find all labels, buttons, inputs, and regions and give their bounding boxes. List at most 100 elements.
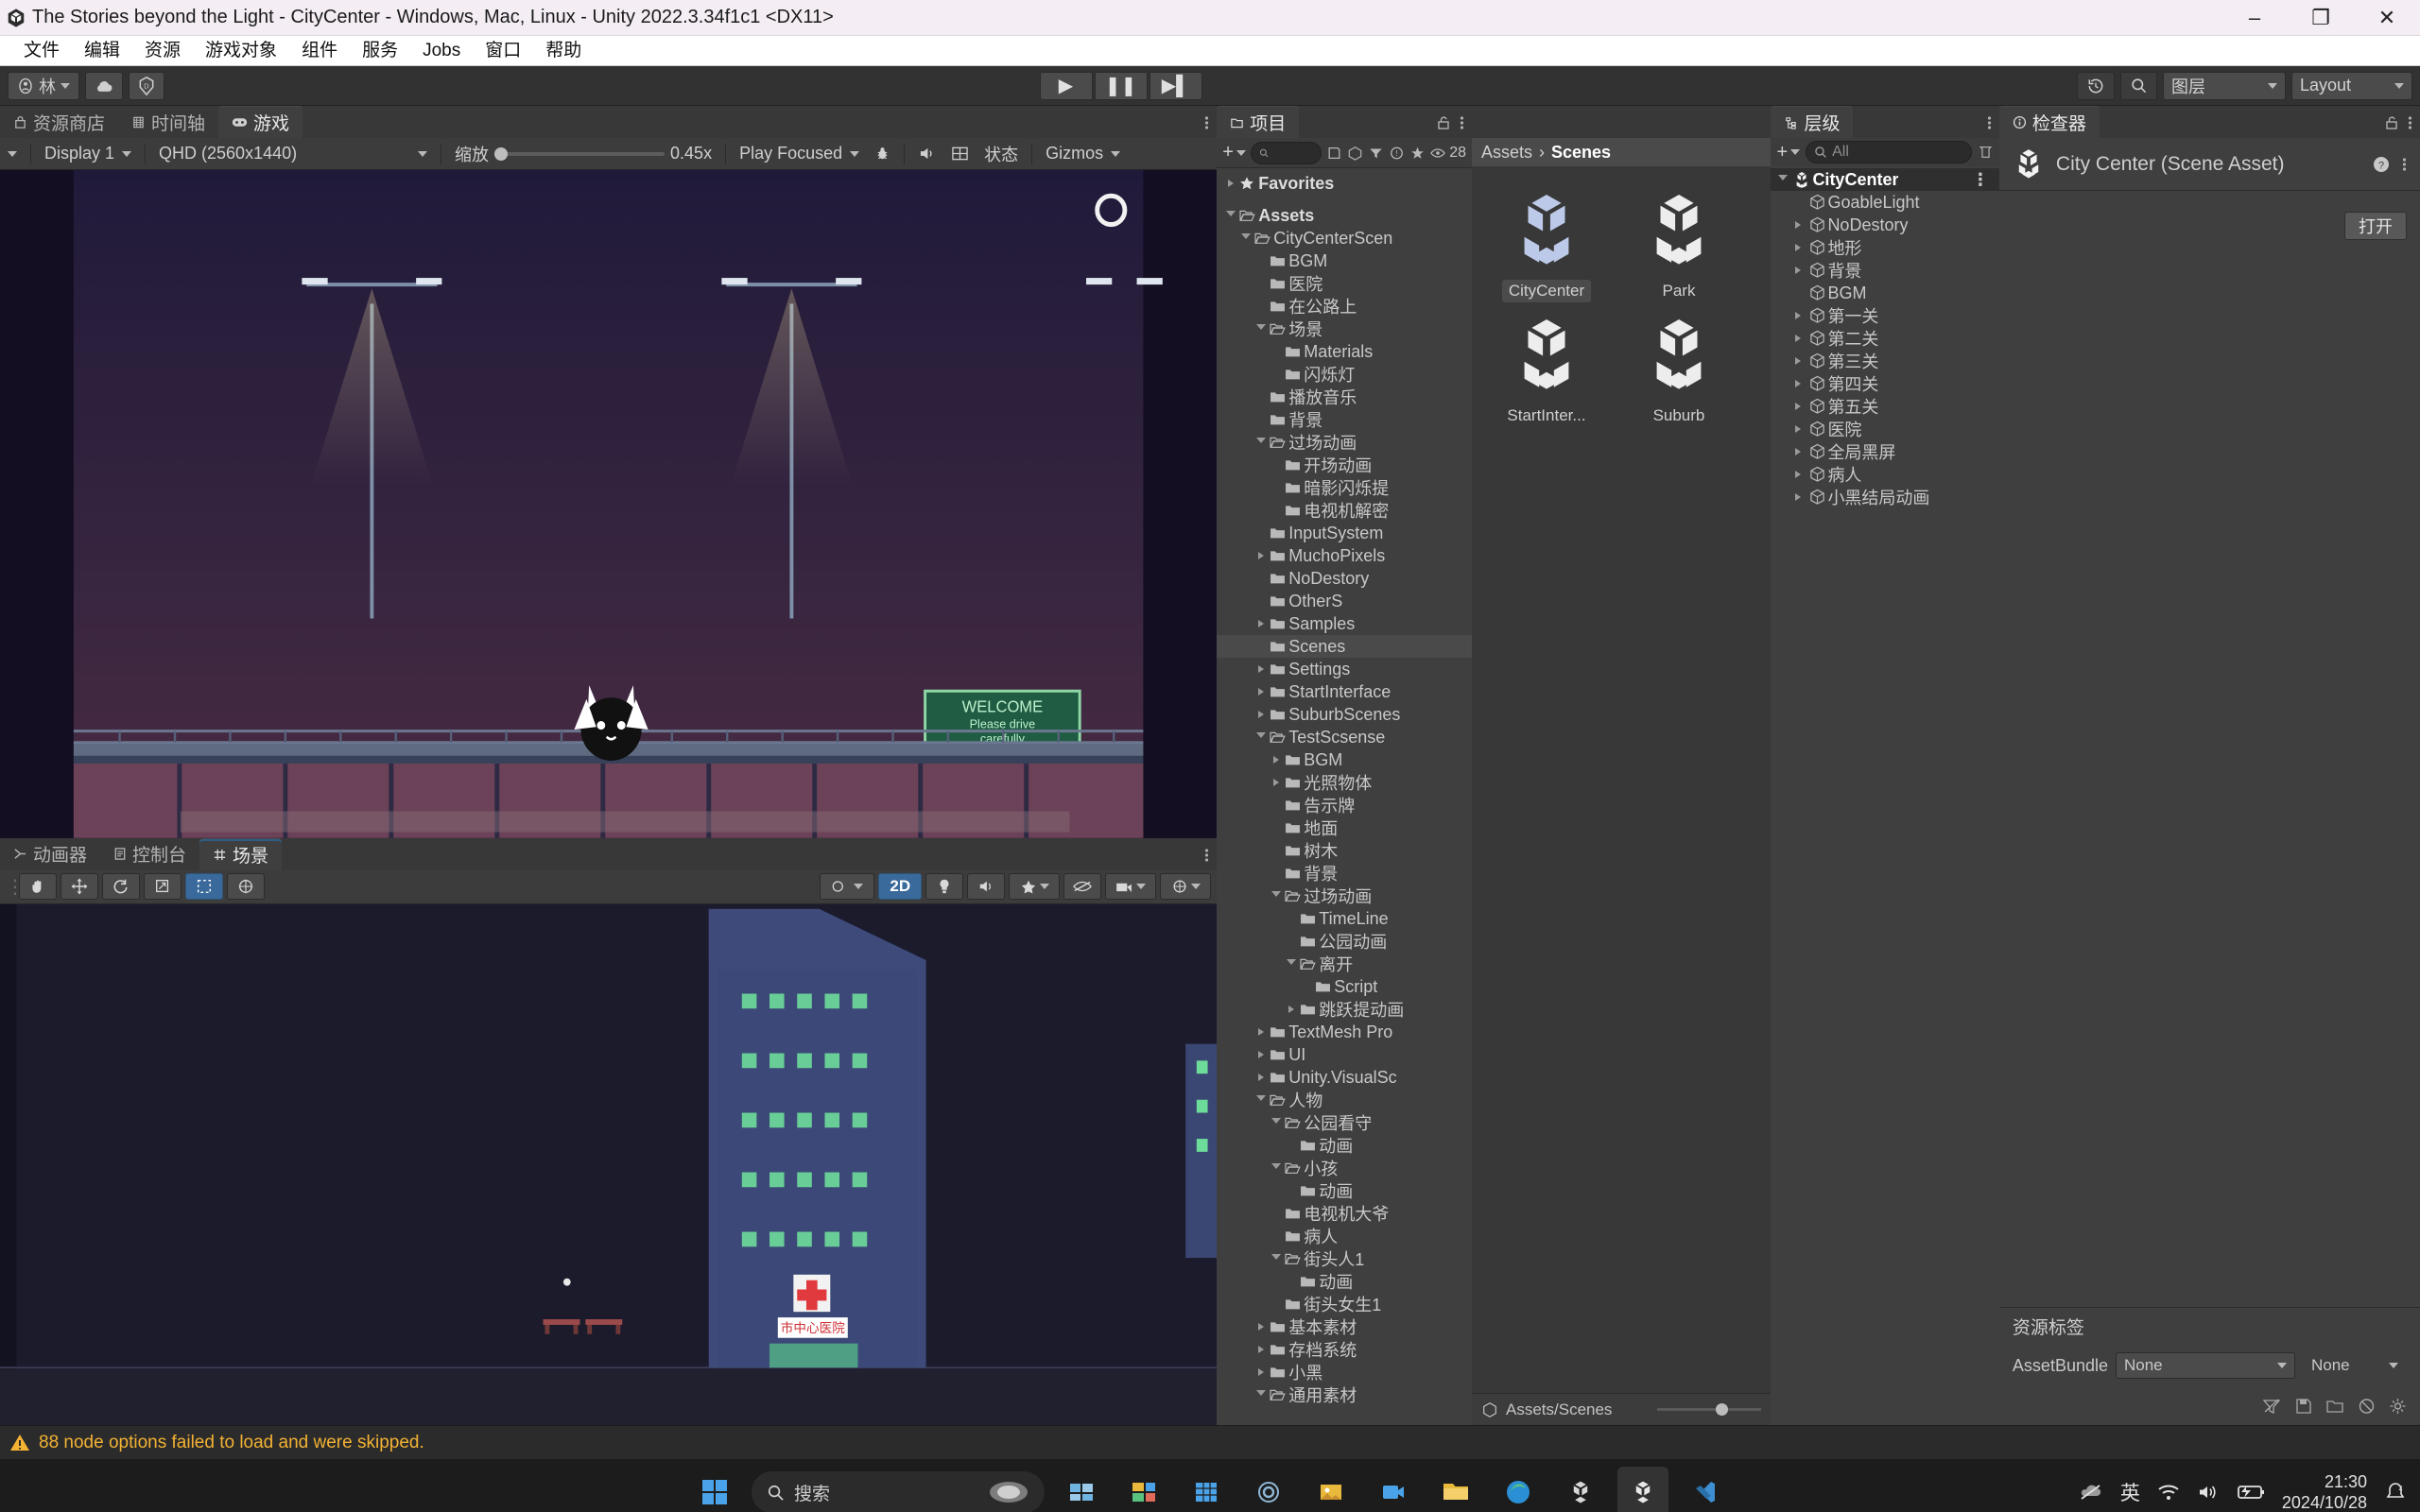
disclosure-triangle-closed[interactable]: [1789, 380, 1806, 387]
asset-item[interactable]: CityCenter: [1485, 181, 1608, 302]
status-bar[interactable]: 88 node options failed to load and were …: [0, 1425, 2420, 1459]
project-tree-row[interactable]: 背景: [1217, 408, 1472, 431]
asset-zoom-slider[interactable]: [1619, 1403, 1762, 1416]
project-tree-row[interactable]: NoDestory: [1217, 567, 1472, 590]
project-tree-row[interactable]: TimeLine: [1217, 907, 1472, 930]
project-tree-row[interactable]: 小黑: [1217, 1361, 1472, 1383]
hierarchy-create-button[interactable]: +: [1776, 142, 1801, 163]
hierarchy-row[interactable]: 第四关: [1771, 372, 1998, 395]
project-tree-row[interactable]: 跳跃提动画: [1217, 998, 1472, 1021]
taskbar-search-box[interactable]: 搜索: [752, 1471, 1045, 1512]
disclosure-triangle-open[interactable]: [1253, 732, 1270, 742]
scene-view-tab-menu[interactable]: [1204, 847, 1209, 864]
project-tree-row[interactable]: 动画: [1217, 1134, 1472, 1157]
project-tree-row[interactable]: 电视机解密: [1217, 499, 1472, 522]
hierarchy-row[interactable]: 背景: [1771, 259, 1998, 282]
disclosure-triangle-closed[interactable]: [1283, 1005, 1300, 1013]
ime-indicator[interactable]: 英: [2120, 1478, 2140, 1506]
project-tree-row[interactable]: 公园动画: [1217, 930, 1472, 953]
2d-toggle-button[interactable]: 2D: [878, 873, 923, 901]
project-tree-row[interactable]: 在公路上: [1217, 295, 1472, 318]
disclosure-triangle-closed[interactable]: [1268, 756, 1285, 764]
breadcrumb-root[interactable]: Assets: [1481, 143, 1532, 163]
kebab-menu-icon[interactable]: [2402, 156, 2407, 173]
menu-item-assets[interactable]: 资源: [132, 36, 193, 66]
disclosure-triangle-closed[interactable]: [1253, 620, 1270, 627]
disclosure-triangle-closed[interactable]: [1253, 688, 1270, 696]
taskbar-photos[interactable]: [1305, 1467, 1357, 1512]
stats-button[interactable]: 状态: [977, 142, 1026, 166]
lighting-toggle-button[interactable]: [925, 873, 964, 901]
hierarchy-search-input[interactable]: All: [1806, 141, 1972, 163]
minimize-button[interactable]: –: [2221, 0, 2288, 35]
play-button[interactable]: ▶: [1039, 71, 1093, 100]
notification-bell-icon[interactable]: z: [2384, 1481, 2407, 1503]
frame-debugger-button[interactable]: [943, 142, 977, 166]
hierarchy-row[interactable]: 病人: [1771, 463, 1998, 486]
hierarchy-tab-menu[interactable]: [1987, 114, 1992, 131]
menu-item-gameobject[interactable]: 游戏对象: [193, 36, 289, 66]
type-filter-icon[interactable]: [1368, 146, 1384, 161]
taskbar-clock[interactable]: 21:30 2024/10/28: [2282, 1471, 2367, 1512]
taskbar-vscode[interactable]: [1680, 1467, 1731, 1512]
project-tree-row[interactable]: Unity.VisualSc: [1217, 1066, 1472, 1089]
asset-item[interactable]: Park: [1617, 181, 1740, 302]
project-tree-row[interactable]: 通用素材: [1217, 1383, 1472, 1406]
project-tree-row[interactable]: 人物: [1217, 1089, 1472, 1111]
close-button[interactable]: ✕: [2354, 0, 2420, 35]
tab-project[interactable]: 项目: [1217, 106, 1300, 138]
unity-services-button[interactable]: D: [129, 71, 164, 100]
project-tree-row[interactable]: 病人: [1217, 1225, 1472, 1247]
project-tree-row[interactable]: Assets: [1217, 204, 1472, 227]
hierarchy-row[interactable]: NoDestory: [1771, 214, 1998, 236]
disclosure-triangle-closed[interactable]: [1789, 244, 1806, 251]
account-dropdown[interactable]: 林: [8, 71, 79, 100]
windows-start-button[interactable]: [689, 1467, 740, 1512]
hierarchy-row[interactable]: 小黑结局动画: [1771, 486, 1998, 508]
tab-asset-store[interactable]: 资源商店: [0, 106, 118, 138]
disclosure-triangle-closed[interactable]: [1253, 552, 1270, 559]
project-tree-row[interactable]: 过场动画: [1217, 885, 1472, 907]
disclosure-triangle-closed[interactable]: [1789, 335, 1806, 342]
hidden-objects-button[interactable]: [1063, 873, 1102, 901]
project-tree-row[interactable]: Script: [1217, 975, 1472, 998]
menu-item-services[interactable]: 服务: [350, 36, 410, 66]
project-tree-row[interactable]: 闪烁灯: [1217, 363, 1472, 386]
gizmos-dropdown-scene[interactable]: [1160, 873, 1212, 901]
project-tree-row[interactable]: [1217, 195, 1472, 204]
tab-timeline[interactable]: 时间轴: [118, 106, 218, 138]
project-tree-row[interactable]: InputSystem: [1217, 522, 1472, 544]
disclosure-triangle-closed[interactable]: [1789, 312, 1806, 319]
disclosure-triangle-open[interactable]: [1774, 175, 1791, 184]
maximize-button[interactable]: ❐: [2288, 0, 2354, 35]
disclosure-triangle-open[interactable]: [1222, 211, 1239, 220]
taskbar-edge[interactable]: [1493, 1467, 1544, 1512]
fx-dropdown[interactable]: [1009, 873, 1061, 901]
hierarchy-row[interactable]: 第二关: [1771, 327, 1998, 350]
transform-tool-button[interactable]: [227, 873, 265, 901]
disclosure-triangle-closed[interactable]: [1253, 1051, 1270, 1058]
project-tree-row[interactable]: SuburbScenes: [1217, 703, 1472, 726]
mute-audio-button[interactable]: [910, 142, 943, 166]
project-tree-row[interactable]: OtherS: [1217, 590, 1472, 612]
scale-slider-knob[interactable]: [494, 146, 509, 161]
game-view-tab-menu[interactable]: [1204, 114, 1209, 131]
folder-icon[interactable]: [2325, 1398, 2344, 1415]
save-search-icon[interactable]: [1326, 146, 1342, 161]
tab-console[interactable]: 控制台: [100, 838, 199, 870]
onedrive-paused-icon[interactable]: [2079, 1483, 2103, 1502]
project-tree-row[interactable]: 小孩: [1217, 1157, 1472, 1179]
game-view-menu-button[interactable]: [0, 142, 25, 166]
disclosure-triangle-closed[interactable]: [1789, 448, 1806, 455]
disclosure-triangle-closed[interactable]: [1253, 711, 1270, 718]
disclosure-triangle-closed[interactable]: [1253, 665, 1270, 673]
project-tree-row[interactable]: 场景: [1217, 318, 1472, 340]
disclosure-triangle-closed[interactable]: [1789, 403, 1806, 410]
project-tree-row[interactable]: 基本素材: [1217, 1315, 1472, 1338]
shading-mode-dropdown[interactable]: [820, 873, 875, 901]
disclosure-triangle-open[interactable]: [1268, 1118, 1285, 1127]
disclosure-triangle-open[interactable]: [1253, 438, 1270, 447]
project-tree-row[interactable]: Favorites: [1217, 172, 1472, 195]
project-tree-row[interactable]: 医院: [1217, 272, 1472, 295]
disclosure-triangle-closed[interactable]: [1253, 1368, 1270, 1376]
